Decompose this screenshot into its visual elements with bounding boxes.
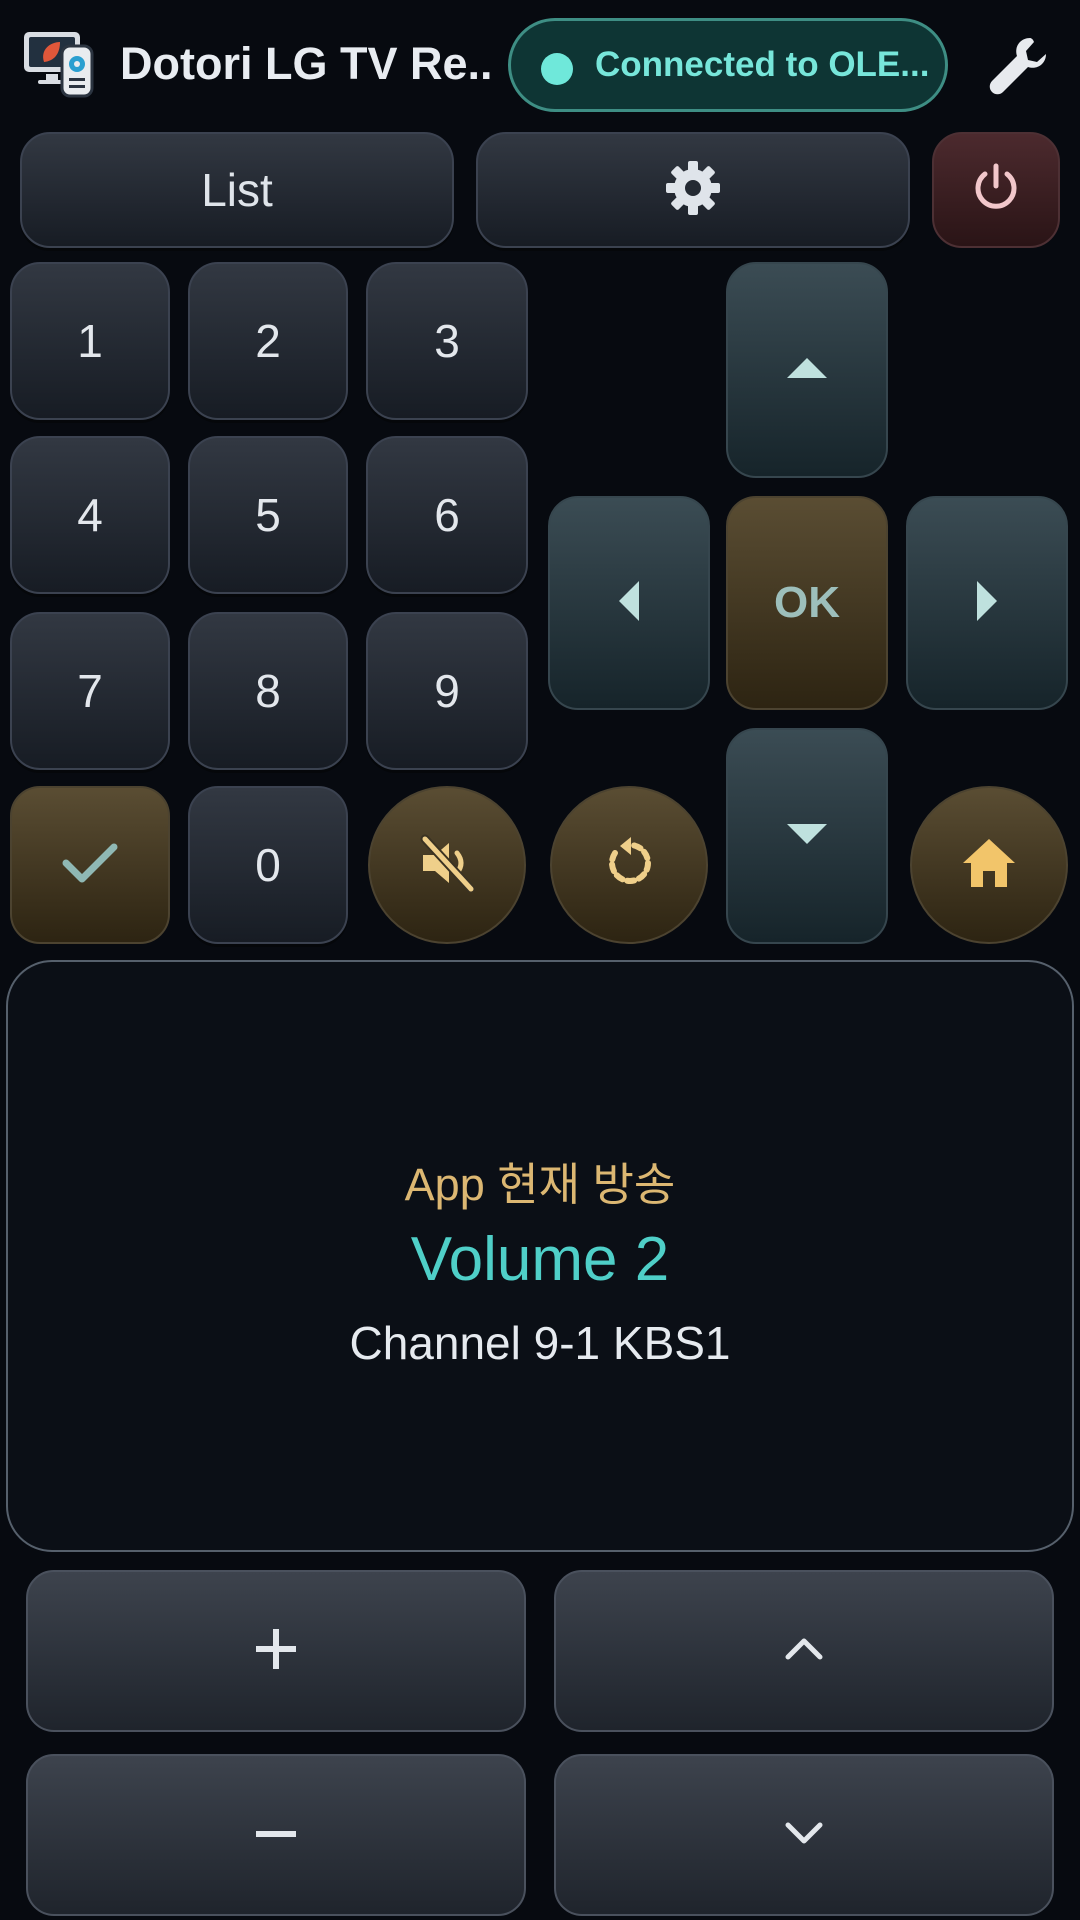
dpad-right-button[interactable]	[906, 496, 1068, 710]
mute-icon	[417, 833, 477, 898]
key-3-label: 3	[434, 315, 460, 367]
power-icon	[968, 160, 1024, 221]
key-9[interactable]: 9	[366, 612, 528, 770]
key-7-label: 7	[77, 665, 103, 717]
settings-button[interactable]	[476, 132, 910, 248]
info-volume-text: Volume 2	[410, 1225, 670, 1294]
confirm-button[interactable]	[10, 786, 170, 944]
key-1[interactable]: 1	[10, 262, 170, 420]
power-button[interactable]	[932, 132, 1060, 248]
triangle-right-icon	[975, 579, 999, 628]
key-5-label: 5	[255, 489, 281, 541]
chevron-down-icon	[784, 1821, 824, 1850]
dpad-left-button[interactable]	[548, 496, 710, 710]
key-4-label: 4	[77, 489, 103, 541]
key-9-label: 9	[434, 665, 460, 717]
list-button-label: List	[201, 164, 273, 216]
key-6[interactable]: 6	[366, 436, 528, 594]
key-2-label: 2	[255, 315, 281, 367]
gear-icon	[664, 159, 722, 222]
dpad-ok-button[interactable]: OK	[726, 496, 888, 710]
key-0-label: 0	[255, 839, 281, 891]
key-8-label: 8	[255, 665, 281, 717]
minus-icon	[254, 1826, 298, 1844]
home-button[interactable]	[910, 786, 1068, 944]
app-icon	[22, 28, 98, 98]
wrench-icon[interactable]	[980, 28, 1056, 104]
mute-button[interactable]	[368, 786, 526, 944]
app-title: Dotori LG TV Re...	[120, 38, 490, 89]
key-5[interactable]: 5	[188, 436, 348, 594]
status-dot	[541, 53, 573, 85]
triangle-down-icon	[785, 822, 829, 851]
key-2[interactable]: 2	[188, 262, 348, 420]
channel-down-button[interactable]	[554, 1754, 1054, 1916]
ok-label: OK	[774, 578, 840, 627]
key-0[interactable]: 0	[188, 786, 348, 944]
key-4[interactable]: 4	[10, 436, 170, 594]
volume-up-button[interactable]	[26, 1570, 526, 1732]
key-6-label: 6	[434, 489, 460, 541]
replay-icon	[601, 835, 657, 896]
check-icon	[61, 841, 119, 890]
key-1-label: 1	[77, 315, 103, 367]
key-8[interactable]: 8	[188, 612, 348, 770]
plus-icon	[254, 1627, 298, 1676]
triangle-up-icon	[785, 356, 829, 385]
connection-status-text: Connected to OLE...	[595, 45, 930, 84]
dpad-down-button[interactable]	[726, 728, 888, 944]
dpad-up-button[interactable]	[726, 262, 888, 478]
info-app-text: App 현재 방송	[404, 1159, 676, 1210]
info-panel: App 현재 방송 Volume 2 Channel 9-1 KBS1	[6, 960, 1074, 1552]
back-button[interactable]	[550, 786, 708, 944]
info-channel-text: Channel 9-1 KBS1	[349, 1317, 731, 1369]
chevron-up-icon	[784, 1637, 824, 1666]
channel-up-button[interactable]	[554, 1570, 1054, 1732]
list-button[interactable]: List	[20, 132, 454, 248]
volume-down-button[interactable]	[26, 1754, 526, 1916]
connection-status[interactable]: Connected to OLE...	[508, 18, 948, 112]
home-icon	[959, 835, 1019, 896]
key-3[interactable]: 3	[366, 262, 528, 420]
triangle-left-icon	[617, 579, 641, 628]
key-7[interactable]: 7	[10, 612, 170, 770]
